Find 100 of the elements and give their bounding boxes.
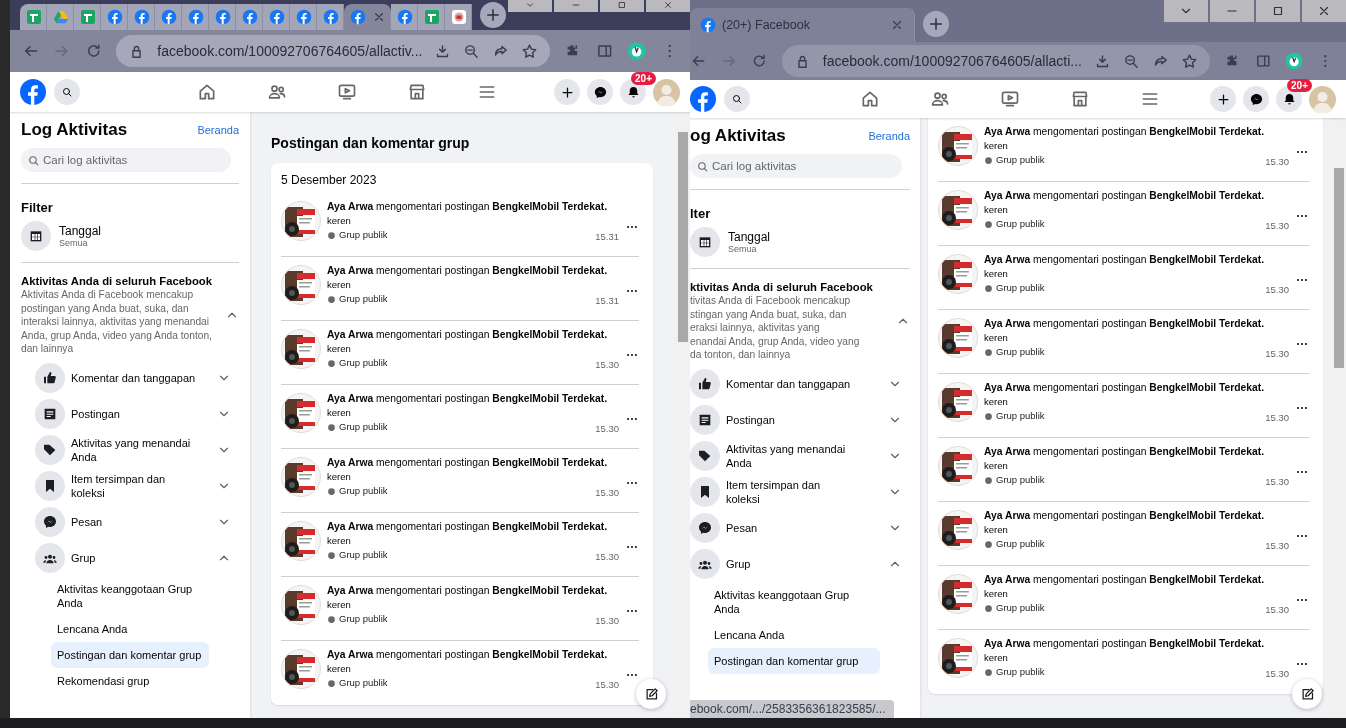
scrollbar-thumb[interactable] [677,132,688,342]
compose-button[interactable] [1292,679,1322,709]
browser-tab[interactable] [317,4,344,30]
category-item[interactable]: Pesan [35,503,239,540]
messenger-button[interactable] [1243,86,1269,112]
home-icon[interactable] [860,89,880,109]
browser-tab[interactable] [391,4,418,30]
section-description: da tonton, dan lainnya [690,348,792,362]
category-item[interactable]: Item tersimpan dan koleksi [35,467,239,504]
globe-icon [327,486,336,496]
messenger-icon [592,84,608,100]
search-button[interactable] [54,79,80,105]
plus-tile-icon [80,9,96,25]
zoom-out-icon[interactable] [463,42,481,60]
browser-tab[interactable] [445,4,472,30]
category-item[interactable]: Postingan [35,395,239,432]
star-icon[interactable] [521,42,539,60]
plus-icon [927,15,945,33]
category-item[interactable]: Aktivitas yang menandai Anda [35,431,239,468]
subcategory-item[interactable]: Lencana Anda [51,615,209,642]
privacy-label: Grup publik [996,345,1045,359]
scrollbar[interactable] [1331,118,1346,718]
close-icon[interactable] [372,10,386,24]
profile-avatar[interactable] [627,40,647,62]
store-icon[interactable] [1070,89,1090,109]
f-logo-icon [215,9,231,25]
compose-button[interactable] [636,679,666,709]
privacy-label: Grup publik [996,537,1045,551]
category-item[interactable]: Grup [35,539,239,576]
browser-tab[interactable] [128,4,155,30]
address-bar[interactable]: facebook.com/100092706764605/allacti... [781,45,1210,77]
category-item[interactable]: Komentar dan tanggapan [690,365,910,402]
zoom-out-icon[interactable] [1123,52,1140,70]
browser-tab[interactable] [182,4,209,30]
star-icon[interactable] [1181,52,1198,70]
close-button[interactable] [646,0,690,12]
browser-tab[interactable] [155,4,182,30]
browser-tab[interactable] [418,4,445,30]
create-button[interactable] [1210,86,1236,112]
search-field[interactable]: Cari log aktivitas [21,148,231,172]
create-button[interactable] [554,79,580,105]
browser-tab[interactable] [20,4,47,30]
subcategory-item[interactable]: Aktivitas keanggotaan Grup Anda [51,575,209,616]
scrollbar-thumb[interactable] [1333,168,1344,368]
download-icon[interactable] [1094,52,1111,70]
browser-tab[interactable] [74,4,101,30]
category-item[interactable]: Komentar dan tanggapan [35,359,239,396]
browser-tab[interactable] [236,4,263,30]
page-title: og Aktivitas [690,126,786,146]
store-icon[interactable] [407,82,427,102]
logo-icon[interactable] [20,79,46,105]
f-logo-icon [323,9,339,25]
page-title: Log Aktivitas [21,120,128,140]
maximize-button[interactable] [1256,0,1300,22]
new-tab-button[interactable] [923,11,949,37]
subcategory-item[interactable]: Aktivitas keanggotaan Grup Anda [708,581,880,622]
messenger-button[interactable] [587,79,613,105]
category-item[interactable]: Aktivitas yang menandai Anda [690,437,910,474]
search-field[interactable]: Cari log aktivitas [690,154,902,178]
category-item[interactable]: Postingan [690,401,910,438]
address-bar[interactable]: facebook.com/100092706764605/allactiv... [116,35,551,67]
close-icon[interactable] [890,18,904,32]
search-button[interactable] [724,86,750,112]
edit-icon [643,686,659,702]
logo-icon[interactable] [690,86,716,112]
video-icon[interactable] [1000,89,1020,109]
section-description: enandai Anda, grup Anda, video yang [690,334,861,348]
friends-icon[interactable] [267,82,287,102]
activity-text: Aya Arwa mengomentari postingan BengkelMobil Terdekat. [327,328,609,342]
browser-tab[interactable] [290,4,317,30]
profile-avatar[interactable] [1285,50,1304,72]
friends-icon[interactable] [930,89,950,109]
browser-tab[interactable] [344,4,391,30]
activity-text: Aya Arwa mengomentari postingan BengkelMobil Terdekat. [327,200,609,214]
home-link[interactable]: Beranda [197,124,239,136]
browser-tab[interactable] [209,4,236,30]
f-logo-icon [161,9,177,25]
home-link[interactable]: Beranda [868,130,910,142]
section-title: ktivitas Anda di seluruh Facebook [690,281,874,293]
browser-tab[interactable] [101,4,128,30]
home-icon[interactable] [197,82,217,102]
category-item[interactable]: Grup [690,545,910,582]
subcategory-item[interactable]: Postingan dan komentar grup [708,647,880,674]
subcategory-item[interactable]: Rekomendasi grup [51,667,209,694]
browser-tab[interactable]: (20+) Facebook [690,8,915,42]
scrollbar[interactable] [675,112,690,718]
comment-text: keren [984,459,1009,473]
category-item[interactable]: Pesan [690,509,910,546]
privacy-label: Grup publik [339,612,388,626]
calendar-button[interactable] [21,221,51,251]
maximize-button[interactable] [600,0,644,12]
new-tab-button[interactable] [480,2,506,28]
subcategory-item[interactable]: Lencana Anda [708,621,880,648]
subcategory-item[interactable]: Postingan dan komentar grup [51,641,209,668]
category-item[interactable]: Item tersimpan dan koleksi [690,473,910,510]
calendar-icon [697,234,713,250]
video-icon[interactable] [337,82,357,102]
calendar-button[interactable] [690,227,720,257]
browser-tab[interactable] [263,4,290,30]
calendar-icon [28,228,44,244]
